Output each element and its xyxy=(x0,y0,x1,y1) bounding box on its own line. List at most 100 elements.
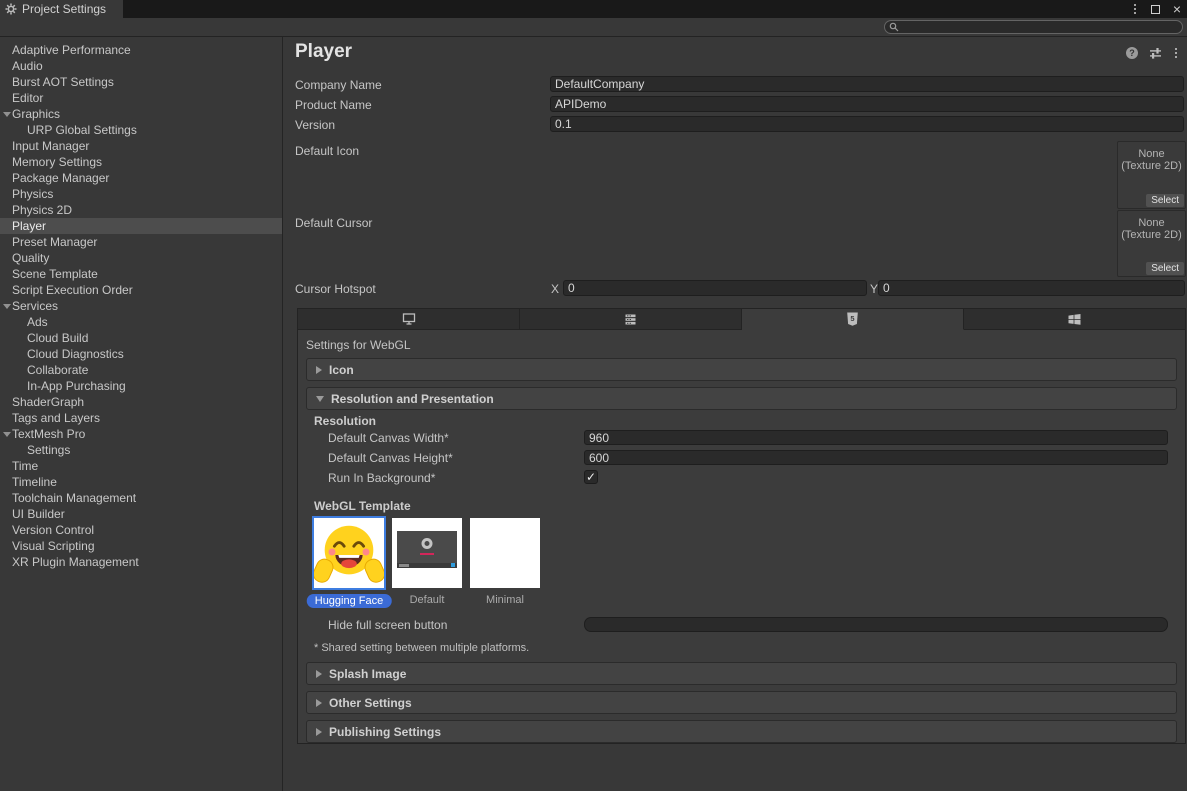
sidebar-item-physics[interactable]: Physics xyxy=(0,186,282,202)
sidebar-item-memory-settings[interactable]: Memory Settings xyxy=(0,154,282,170)
default-cursor-select-button[interactable]: Select xyxy=(1146,262,1184,275)
sidebar-item-label: Preset Manager xyxy=(0,235,97,249)
template-thumb-minimal[interactable] xyxy=(470,518,540,588)
sidebar-item-toolchain-management[interactable]: Toolchain Management xyxy=(0,490,282,506)
sidebar-item-shadergraph[interactable]: ShaderGraph xyxy=(0,394,282,410)
hotspot-y-input[interactable] xyxy=(878,280,1185,296)
sidebar-item-timeline[interactable]: Timeline xyxy=(0,474,282,490)
run-in-background-checkbox[interactable]: ✓ xyxy=(584,470,598,484)
sidebar-item-label: Adaptive Performance xyxy=(0,43,131,57)
sidebar-item-graphics[interactable]: Graphics xyxy=(0,106,282,122)
sidebar-item-ui-builder[interactable]: UI Builder xyxy=(0,506,282,522)
sidebar-item-label: In-App Purchasing xyxy=(0,379,126,393)
canvas-height-input[interactable] xyxy=(584,450,1168,465)
sidebar-item-label: UI Builder xyxy=(0,507,65,521)
help-icon[interactable]: ? xyxy=(1126,47,1138,59)
foldout-triangle-icon[interactable] xyxy=(3,112,11,117)
default-icon-texture-well[interactable]: None (Texture 2D) Select xyxy=(1117,141,1186,209)
foldout-expanded-icon xyxy=(316,396,324,402)
webgl-template-heading: WebGL Template xyxy=(314,499,411,513)
foldout-collapsed-icon xyxy=(316,366,322,374)
sidebar-item-textmesh-pro[interactable]: TextMesh Pro xyxy=(0,426,282,442)
sidebar-item-urp-global-settings[interactable]: URP Global Settings xyxy=(0,122,282,138)
sidebar-item-cloud-diagnostics[interactable]: Cloud Diagnostics xyxy=(0,346,282,362)
presets-icon[interactable] xyxy=(1149,47,1162,60)
default-cursor-texture-well[interactable]: None (Texture 2D) Select xyxy=(1117,210,1186,277)
sidebar-item-audio[interactable]: Audio xyxy=(0,58,282,74)
sidebar-item-quality[interactable]: Quality xyxy=(0,250,282,266)
sidebar-item-adaptive-performance[interactable]: Adaptive Performance xyxy=(0,42,282,58)
svg-text:5: 5 xyxy=(850,314,854,323)
sidebar-item-label: Memory Settings xyxy=(0,155,102,169)
foldout-label: Resolution and Presentation xyxy=(331,392,494,406)
sidebar-item-label: Script Execution Order xyxy=(0,283,133,297)
sidebar-item-burst-aot-settings[interactable]: Burst AOT Settings xyxy=(0,74,282,90)
sidebar-item-editor[interactable]: Editor xyxy=(0,90,282,106)
sidebar-item-time[interactable]: Time xyxy=(0,458,282,474)
sidebar-item-settings[interactable]: Settings xyxy=(0,442,282,458)
shared-settings-note: * Shared setting between multiple platfo… xyxy=(314,642,529,654)
template-option-minimal[interactable]: Minimal xyxy=(486,594,524,606)
version-input[interactable] xyxy=(550,116,1184,132)
toolbar xyxy=(0,18,1187,37)
tab-platform-desktop[interactable] xyxy=(297,308,520,330)
template-thumb-default[interactable] xyxy=(392,518,462,588)
hide-fullscreen-input[interactable] xyxy=(584,617,1168,632)
sidebar-item-cloud-build[interactable]: Cloud Build xyxy=(0,330,282,346)
tab-platform-dedicated-server[interactable] xyxy=(520,308,742,330)
foldout-label: Publishing Settings xyxy=(329,725,441,739)
version-label: Version xyxy=(295,117,335,133)
platform-settings-box: 5 Settings for WebGL Icon Resolution and… xyxy=(297,308,1186,744)
company-name-input[interactable] xyxy=(550,76,1184,92)
tab-project-settings[interactable]: Project Settings xyxy=(0,0,123,18)
sidebar-item-label: Ads xyxy=(0,315,48,329)
foldout-other-settings[interactable]: Other Settings xyxy=(306,691,1177,714)
sidebar-item-script-execution-order[interactable]: Script Execution Order xyxy=(0,282,282,298)
sidebar-item-visual-scripting[interactable]: Visual Scripting xyxy=(0,538,282,554)
sidebar-item-ads[interactable]: Ads xyxy=(0,314,282,330)
foldout-splash-image[interactable]: Splash Image xyxy=(306,662,1177,685)
sidebar-item-package-manager[interactable]: Package Manager xyxy=(0,170,282,186)
search-input[interactable] xyxy=(899,21,1169,33)
sidebar-item-xr-plugin-management[interactable]: XR Plugin Management xyxy=(0,554,282,570)
sidebar-item-label: TextMesh Pro xyxy=(0,427,85,441)
settings-for-platform-title: Settings for WebGL xyxy=(306,338,411,352)
sidebar-item-label: Physics 2D xyxy=(0,203,72,217)
sidebar-item-tags-and-layers[interactable]: Tags and Layers xyxy=(0,410,282,426)
sidebar-item-services[interactable]: Services xyxy=(0,298,282,314)
sidebar-item-input-manager[interactable]: Input Manager xyxy=(0,138,282,154)
hotspot-x-input[interactable] xyxy=(563,280,867,296)
template-option-hugging-face[interactable]: Hugging Face xyxy=(307,594,392,608)
sidebar-item-physics-2d[interactable]: Physics 2D xyxy=(0,202,282,218)
template-thumb-hugging-face[interactable] xyxy=(314,518,384,588)
html5-shield-icon: 5 xyxy=(845,311,860,327)
texture-type-text: (Texture 2D) xyxy=(1118,160,1185,172)
sidebar-item-label: Quality xyxy=(0,251,49,265)
sidebar-item-label: URP Global Settings xyxy=(0,123,137,137)
tab-platform-webgl[interactable]: 5 xyxy=(742,308,964,330)
close-icon[interactable]: × xyxy=(1173,4,1181,14)
search-box[interactable] xyxy=(884,20,1183,34)
sidebar-item-label: Timeline xyxy=(0,475,57,489)
maximize-icon[interactable] xyxy=(1151,5,1160,14)
canvas-width-input[interactable] xyxy=(584,430,1168,445)
sidebar-item-collaborate[interactable]: Collaborate xyxy=(0,362,282,378)
product-name-input[interactable] xyxy=(550,96,1184,112)
foldout-triangle-icon[interactable] xyxy=(3,432,11,437)
default-icon-select-button[interactable]: Select xyxy=(1146,194,1184,207)
sidebar-item-scene-template[interactable]: Scene Template xyxy=(0,266,282,282)
tab-platform-windows-store[interactable] xyxy=(964,308,1186,330)
foldout-icon[interactable]: Icon xyxy=(306,358,1177,381)
window-menu-icon[interactable] xyxy=(1132,2,1138,16)
sidebar-item-preset-manager[interactable]: Preset Manager xyxy=(0,234,282,250)
template-option-default[interactable]: Default xyxy=(410,594,445,606)
sidebar-item-in-app-purchasing[interactable]: In-App Purchasing xyxy=(0,378,282,394)
sidebar-item-version-control[interactable]: Version Control xyxy=(0,522,282,538)
context-menu-icon[interactable] xyxy=(1173,46,1179,60)
sidebar-item-player[interactable]: Player xyxy=(0,218,282,234)
texture-type-text: (Texture 2D) xyxy=(1118,229,1185,241)
player-settings-panel: Player ? Company Name Product Name Versi… xyxy=(284,37,1187,791)
foldout-triangle-icon[interactable] xyxy=(3,304,11,309)
foldout-resolution-presentation[interactable]: Resolution and Presentation xyxy=(306,387,1177,410)
foldout-publishing-settings[interactable]: Publishing Settings xyxy=(306,720,1177,743)
